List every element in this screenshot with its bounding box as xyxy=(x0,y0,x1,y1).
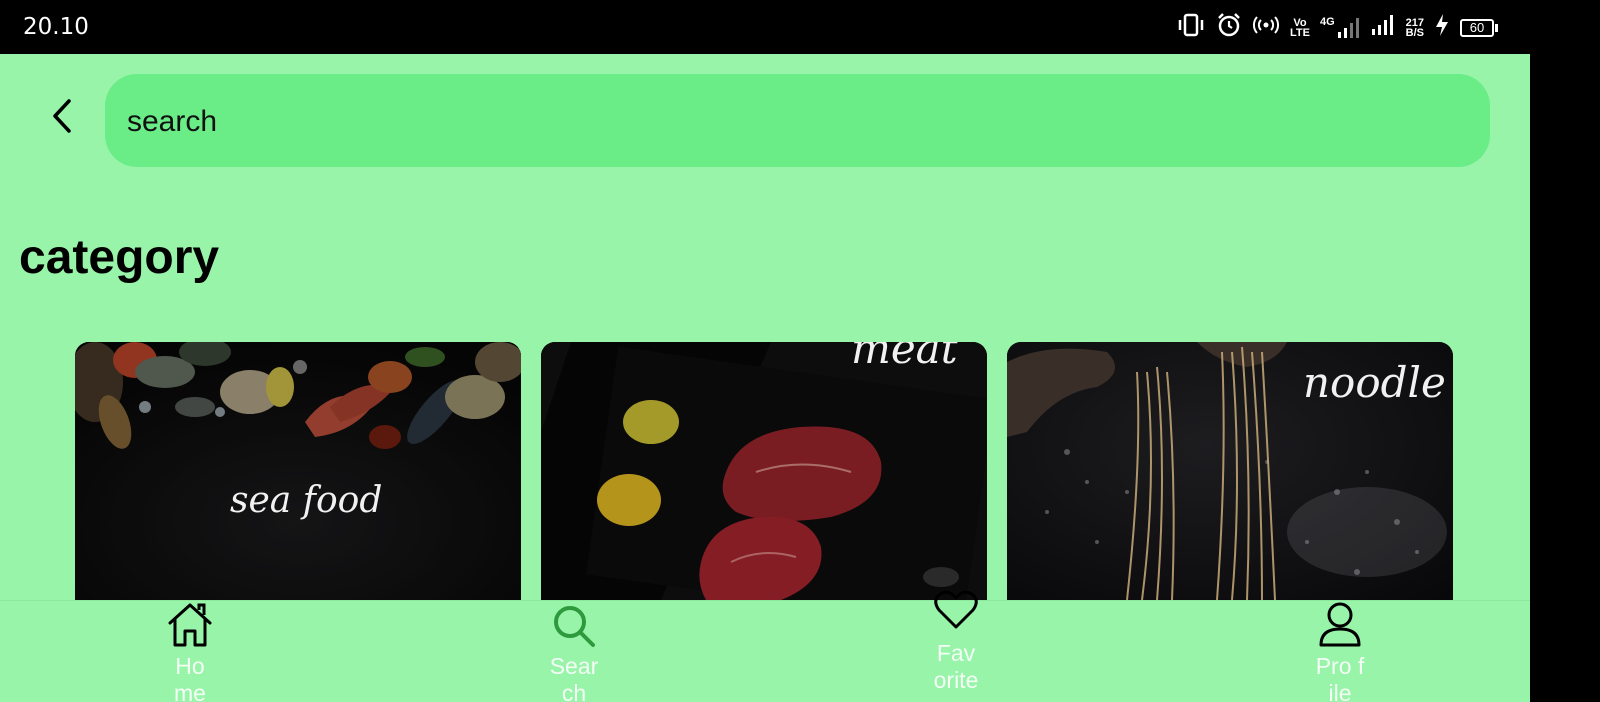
bottom-navigation: Ho me Sear ch Fav orite Pro file xyxy=(0,590,1530,702)
nav-label-search: Sear ch xyxy=(549,653,599,702)
nav-label-favorite: Fav orite xyxy=(933,640,979,693)
volte-bottom: LTE xyxy=(1289,26,1310,39)
network-type: 4G xyxy=(1319,15,1335,28)
back-button[interactable] xyxy=(40,96,84,140)
chevron-left-icon xyxy=(49,98,75,139)
battery-level: 60 xyxy=(1460,18,1494,37)
person-icon xyxy=(1317,601,1363,652)
app-area: category xyxy=(0,54,1530,702)
home-icon xyxy=(166,601,214,652)
search-input[interactable] xyxy=(125,74,1469,169)
category-card-noodle[interactable]: noodle xyxy=(1007,342,1453,600)
status-bar: 20.10 Vo LTE 4G 217 B/S 60 xyxy=(0,0,1530,54)
card-label-meat: meat xyxy=(851,342,958,373)
nav-item-search[interactable]: Sear ch xyxy=(514,601,634,702)
sea-food-image xyxy=(75,342,521,600)
nav-item-profile[interactable]: Pro file xyxy=(1280,601,1400,702)
category-list: sea food meat noodle xyxy=(75,342,1465,600)
status-icons: Vo LTE 4G 217 B/S 60 xyxy=(1176,12,1498,43)
charging-icon xyxy=(1434,13,1450,42)
status-time: 20.10 xyxy=(23,14,89,40)
heart-icon xyxy=(933,589,979,636)
category-card-sea-food[interactable]: sea food xyxy=(75,342,521,600)
search-icon xyxy=(551,603,597,654)
meat-image xyxy=(541,342,987,600)
nav-label-profile: Pro file xyxy=(1315,653,1365,702)
network-speed: 217 B/S xyxy=(1405,17,1424,39)
speed-unit: B/S xyxy=(1405,26,1424,39)
search-bar xyxy=(105,74,1490,169)
phone-screen: 20.10 Vo LTE 4G 217 B/S 60 search catego… xyxy=(0,0,1600,702)
signal-icon xyxy=(1371,14,1396,41)
signal-4g-icon: 4G xyxy=(1319,15,1362,39)
alarm-icon xyxy=(1216,12,1242,43)
section-title: category xyxy=(19,231,220,284)
nav-label-home: Ho me xyxy=(174,653,206,702)
volte-icon: Vo LTE xyxy=(1289,17,1310,39)
category-card-meat[interactable]: meat xyxy=(541,342,987,600)
card-label-sea-food: sea food xyxy=(230,480,383,521)
nav-item-home[interactable]: Ho me xyxy=(130,601,250,702)
card-label-noodle: noodle xyxy=(1303,358,1446,407)
battery-icon: 60 xyxy=(1460,18,1498,37)
battery-tip xyxy=(1495,23,1498,32)
hotspot-icon xyxy=(1252,14,1280,41)
nav-item-favorite[interactable]: Fav orite xyxy=(896,590,1016,702)
vibrate-icon xyxy=(1176,13,1206,42)
